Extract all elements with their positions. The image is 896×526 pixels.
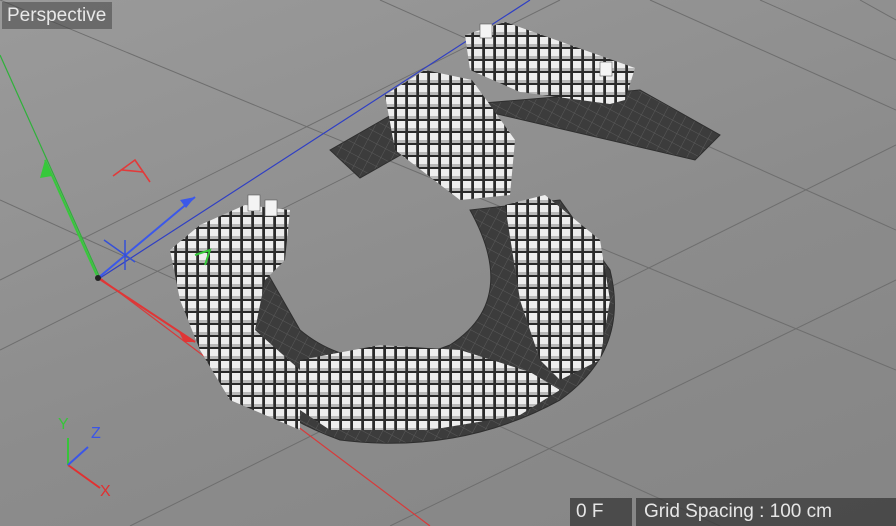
scene-canvas[interactable] — [0, 0, 896, 526]
axis-gizmo-x-label: X — [100, 483, 111, 500]
grid-spacing-readout: Grid Spacing : 100 cm — [636, 498, 896, 526]
digit-five-object[interactable] — [170, 22, 721, 444]
current-frame-readout: 0 F — [570, 498, 632, 526]
perspective-viewport[interactable]: Y Z X Perspective 0 F Grid Spacing : 100… — [0, 0, 896, 526]
light-icon[interactable] — [112, 158, 151, 183]
axis-gizmo-y-label: Y — [58, 416, 69, 433]
axis-gizmo-z-label: Z — [91, 425, 101, 442]
viewport-name-label[interactable]: Perspective — [2, 2, 113, 29]
axis-gizmo-icon — [67, 438, 101, 489]
